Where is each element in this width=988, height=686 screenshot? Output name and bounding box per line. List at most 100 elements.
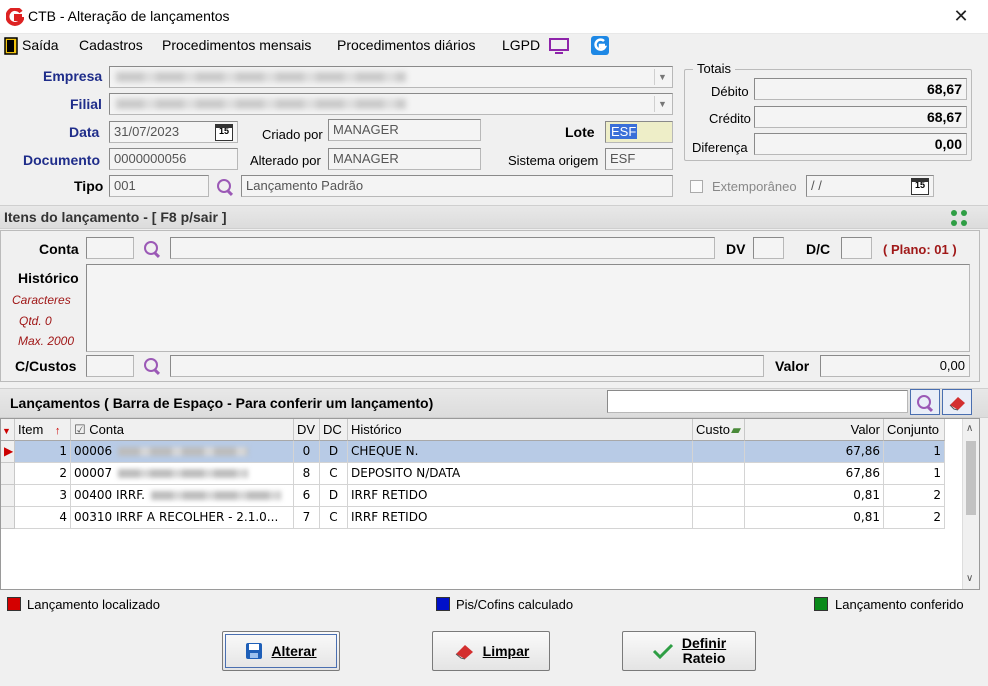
historico-label: Histórico xyxy=(18,270,79,286)
row-indicator[interactable] xyxy=(1,463,15,485)
expand-icon[interactable] xyxy=(949,209,969,227)
dv-label: DV xyxy=(726,241,746,257)
valor-field[interactable]: 0,00 xyxy=(820,355,970,377)
col-valor[interactable]: Valor xyxy=(745,419,884,441)
alterado-por-field: MANAGER xyxy=(328,148,481,170)
row-indicator[interactable]: ▶ xyxy=(1,441,15,463)
extemporaneo-checkbox[interactable] xyxy=(690,180,703,193)
lancamentos-clear-button[interactable] xyxy=(942,389,972,415)
calendar-icon[interactable]: 15 xyxy=(215,124,233,141)
col-item[interactable]: Item ↑ xyxy=(15,419,71,441)
col-historico[interactable]: Histórico xyxy=(348,419,693,441)
cell-conta-text: 00007 xyxy=(74,466,113,480)
menu-cadastros[interactable]: Cadastros xyxy=(79,37,143,53)
row-indicator[interactable] xyxy=(1,507,15,529)
ccustos-code-field[interactable] xyxy=(86,355,134,377)
grid-scrollbar[interactable]: ∧ ∨ xyxy=(962,419,979,589)
cell-conta: 00007 xyxy=(71,463,294,485)
cell-valor: 67,86 xyxy=(745,463,884,485)
col-item-label: Item xyxy=(18,422,44,437)
col-conta[interactable]: ☑ Conta xyxy=(71,419,294,441)
close-icon[interactable]: ✕ xyxy=(948,4,974,28)
calendar-icon[interactable]: 15 xyxy=(911,178,929,195)
cell-dc-text: C xyxy=(329,466,338,480)
cell-valor-text: 0,81 xyxy=(853,488,880,502)
cell-dv: 8 xyxy=(294,463,320,485)
cell-item-text: 2 xyxy=(59,466,67,480)
menu-procedimentos-diarios[interactable]: Procedimentos diários xyxy=(337,37,476,53)
monitor-icon[interactable] xyxy=(549,38,569,55)
cell-item: 2 xyxy=(15,463,71,485)
tipo-search-icon[interactable] xyxy=(216,178,234,196)
conta-search-icon[interactable] xyxy=(143,240,161,258)
conta-desc-field xyxy=(170,237,715,259)
historico-textarea[interactable] xyxy=(86,264,970,352)
cell-dc-text: D xyxy=(328,488,339,502)
scroll-thumb[interactable] xyxy=(966,441,976,515)
scroll-down-icon[interactable]: ∨ xyxy=(966,573,973,584)
conta-redacted xyxy=(118,469,249,478)
documento-field[interactable]: 0000000056 xyxy=(109,148,238,170)
eraser-icon xyxy=(455,645,473,660)
definir-rateio-text: Definir Rateio xyxy=(682,636,726,666)
col-dv[interactable]: DV xyxy=(294,419,320,441)
cell-conta: 00006 xyxy=(71,441,294,463)
eraser-icon xyxy=(949,397,965,411)
filial-combo[interactable]: ▼ xyxy=(109,93,673,115)
lancamentos-search-button[interactable] xyxy=(910,389,940,415)
chevron-down-icon[interactable]: ▼ xyxy=(654,96,670,112)
lote-field[interactable]: ESF xyxy=(605,121,673,143)
cell-dv-text: 7 xyxy=(302,510,311,524)
empresa-combo[interactable]: ▼ xyxy=(109,66,673,88)
credito-value: 68,67 xyxy=(754,106,967,128)
checkmark-icon xyxy=(652,643,673,660)
menu-lgpd[interactable]: LGPD xyxy=(502,37,540,53)
cell-item: 1 xyxy=(15,441,71,463)
cell-valor: 0,81 xyxy=(745,485,884,507)
scroll-up-icon[interactable]: ∧ xyxy=(966,423,973,434)
itens-section-header: Itens do lançamento - [ F8 p/sair ] xyxy=(0,205,988,229)
col-custo[interactable]: Custo ▰ xyxy=(693,419,745,441)
cell-conta: 00400 IRRF. xyxy=(71,485,294,507)
ccustos-desc-field xyxy=(170,355,764,377)
max-label: Max. 2000 xyxy=(18,334,75,348)
conta-code-field[interactable] xyxy=(86,237,134,259)
documento-label: Documento xyxy=(23,152,100,168)
cell-historico-text: CHEQUE N. xyxy=(351,444,419,458)
cell-custo xyxy=(693,463,745,485)
limpar-button[interactable]: Limpar xyxy=(432,631,550,671)
alterar-button[interactable]: Alterar xyxy=(222,631,340,671)
menu-saida[interactable]: Saída xyxy=(22,37,59,53)
row-indicator[interactable] xyxy=(1,485,15,507)
col-conjunto[interactable]: Conjunto xyxy=(884,419,945,441)
exit-door-icon[interactable] xyxy=(4,37,18,55)
cell-historico-text: IRRF RETIDO xyxy=(351,488,428,502)
tipo-label: Tipo xyxy=(74,178,104,194)
cell-valor: 67,86 xyxy=(745,441,884,463)
lote-selected-text: ESF xyxy=(610,124,638,139)
chevron-down-icon[interactable]: ▼ xyxy=(654,69,670,85)
sort-indicator[interactable]: ▼ xyxy=(1,419,15,441)
col-dc[interactable]: DC xyxy=(320,419,348,441)
definir-label: Definir xyxy=(681,635,727,651)
cell-historico: IRRF RETIDO xyxy=(348,507,693,529)
cell-item-text: 1 xyxy=(59,444,67,458)
cell-dc: D xyxy=(320,441,348,463)
lancamentos-search-input[interactable] xyxy=(607,390,908,413)
cell-conjunto-text: 2 xyxy=(933,488,941,502)
cell-dc-text: D xyxy=(328,444,339,458)
definir-rateio-button[interactable]: Definir Rateio xyxy=(622,631,756,671)
ccustos-search-icon[interactable] xyxy=(143,357,161,375)
conta-redacted xyxy=(151,491,281,500)
ccustos-label: C/Custos xyxy=(15,358,77,374)
cell-historico-text: IRRF RETIDO xyxy=(351,510,428,524)
cell-item: 4 xyxy=(15,507,71,529)
app-badge-icon[interactable] xyxy=(591,36,609,55)
dc-field[interactable] xyxy=(841,237,872,259)
menu-procedimentos-mensais[interactable]: Procedimentos mensais xyxy=(162,37,311,53)
plano-indicator: ( Plano: 01 ) xyxy=(883,242,957,257)
cell-conta-text: 00310 IRRF A RECOLHER - 2.1.0... xyxy=(74,510,279,524)
lancamentos-grid[interactable]: ▼ Item ↑ ☑ Conta DV DC Histórico Custo ▰… xyxy=(0,418,980,590)
tipo-code-field[interactable]: 001 xyxy=(109,175,209,197)
dv-field[interactable] xyxy=(753,237,784,259)
